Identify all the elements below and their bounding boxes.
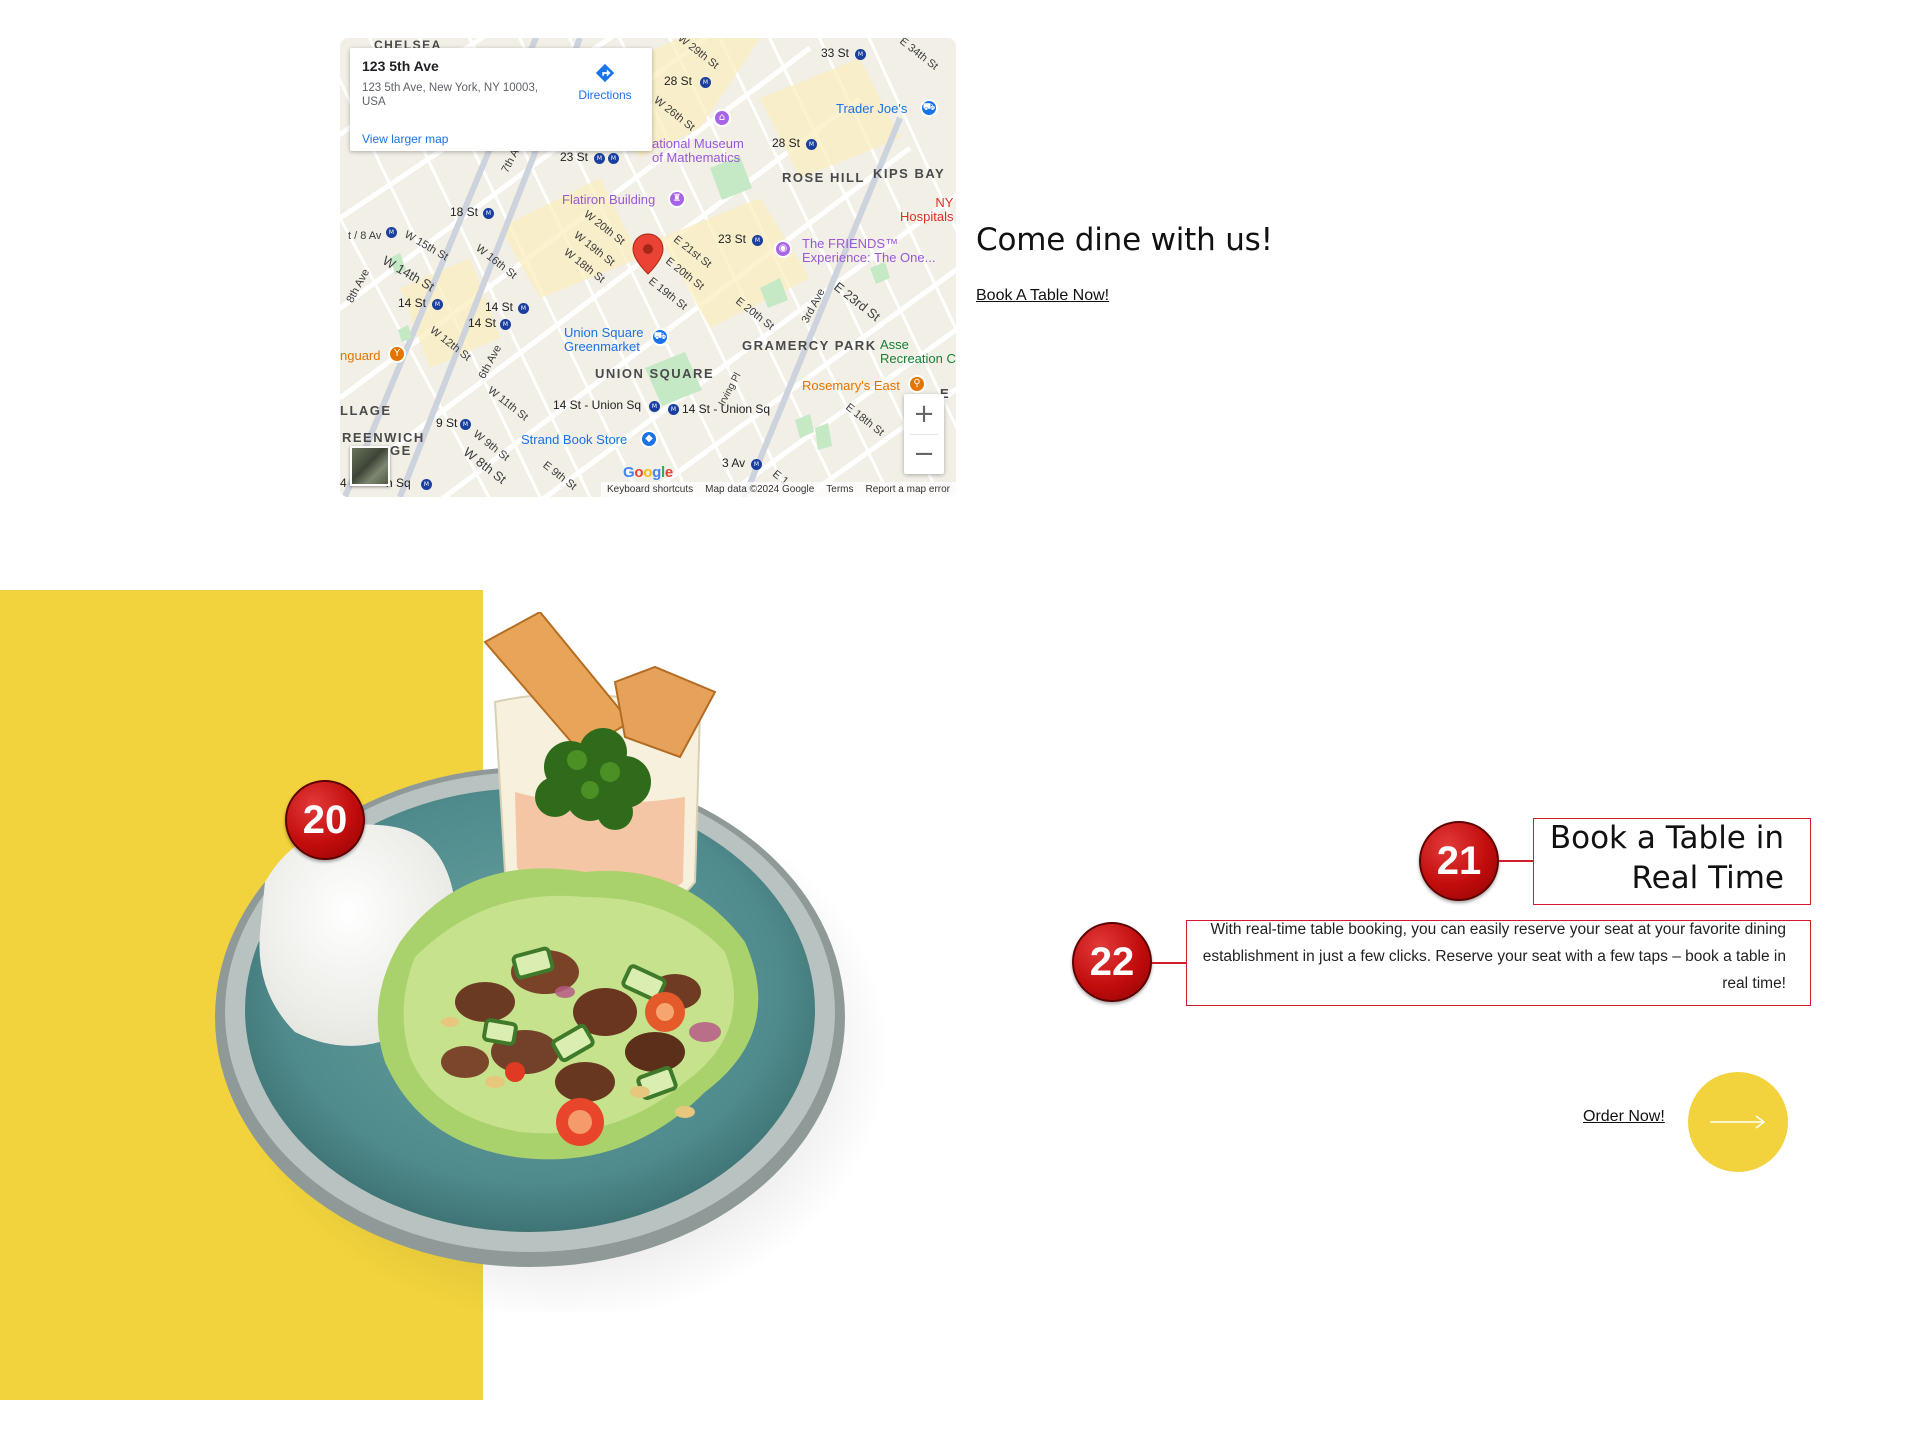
- subway-icon: M: [608, 153, 619, 164]
- subway-icon: M: [855, 49, 866, 60]
- google-logo-letter: o: [643, 464, 653, 481]
- view-larger-map-link[interactable]: View larger map: [362, 132, 448, 146]
- subway-icon: M: [460, 419, 471, 430]
- place-address: 123 5th Ave, New York, NY 10003, USA: [362, 82, 539, 108]
- map-label-gramercy-park: GRAMERCY PARK: [742, 338, 877, 353]
- map-label-station: 18 St: [450, 205, 479, 219]
- shopping-cart-icon[interactable]: ⛟: [920, 99, 938, 117]
- map-label-greenwich-2: GE: [390, 443, 412, 458]
- map-footer: Keyboard shortcuts Map data ©2024 Google…: [600, 482, 956, 497]
- place-title: 123 5th Ave: [362, 58, 439, 74]
- annotation-badge-20: 20: [285, 780, 365, 860]
- map-poi-label: Union Square Greenmarket: [564, 325, 644, 354]
- subway-icon: M: [421, 479, 432, 490]
- map-label-street: t / 8 Av: [348, 230, 382, 242]
- subway-icon: M: [518, 303, 529, 314]
- map-label-village: LLAGE: [340, 403, 392, 418]
- restaurant-icon[interactable]: ⚲: [908, 375, 926, 393]
- map-label-station: 14 St: [398, 296, 427, 310]
- map-data-credit: Map data ©2024 Google: [705, 484, 815, 495]
- order-now-link[interactable]: Order Now!: [1583, 1108, 1665, 1126]
- map-label-station: 9 St: [436, 416, 458, 430]
- subway-icon: M: [751, 459, 762, 470]
- shopping-bag-icon[interactable]: ◆: [640, 430, 658, 448]
- keyboard-shortcuts-link[interactable]: Keyboard shortcuts: [607, 484, 693, 495]
- map-poi-label: Strand Book Store: [521, 432, 628, 447]
- satellite-toggle[interactable]: [350, 446, 390, 486]
- terms-link[interactable]: Terms: [826, 484, 853, 495]
- google-logo-letter: o: [634, 464, 644, 481]
- map-label-kips-bay: KIPS BAY: [873, 166, 946, 181]
- google-logo-letter: G: [623, 464, 635, 481]
- map-label-rose-hill: ROSE HILL: [782, 170, 865, 185]
- annotation-badge-21: 21: [1419, 821, 1499, 901]
- map-label-station: 3 Av: [722, 456, 746, 470]
- zoom-out-button[interactable]: −: [904, 434, 944, 474]
- arrow-right-icon: [1710, 1115, 1766, 1129]
- camera-icon[interactable]: ◉: [774, 240, 792, 258]
- annotation-connector: [1152, 962, 1186, 964]
- map-label-station: 14 St - Union Sq: [682, 402, 771, 416]
- food-plate-image: [215, 612, 890, 1312]
- map-label-greenwich: REENWICH: [342, 430, 425, 445]
- dine-heading: Come dine with us!: [976, 222, 1273, 258]
- directions-button[interactable]: Directions: [570, 62, 640, 102]
- map-label-station: 14 St: [485, 300, 514, 314]
- report-map-error-link[interactable]: Report a map error: [866, 484, 950, 495]
- map-poi-label: Trader Joe's: [836, 101, 908, 116]
- booking-description: With real-time table booking, you can ea…: [1202, 921, 1786, 992]
- museum-icon[interactable]: ⌂: [713, 109, 731, 127]
- map-poi-label: Rosemary's East: [802, 378, 900, 393]
- subway-icon: M: [752, 235, 763, 246]
- map-label-station: 14 St - Union Sq: [553, 398, 642, 412]
- map-poi-label: nguard: [340, 348, 381, 363]
- booking-title: Book a Table in Real Time: [1549, 820, 1784, 896]
- map-label-union-square: UNION SQUARE: [595, 366, 715, 381]
- google-logo-letter: g: [652, 464, 661, 481]
- map-label-station: 14 St: [468, 316, 497, 330]
- place-info-card: 123 5th Ave 123 5th Ave, New York, NY 10…: [350, 48, 652, 151]
- map-label-station: 23 St: [718, 232, 747, 246]
- subway-icon: M: [483, 208, 494, 219]
- bar-icon[interactable]: Y: [388, 345, 406, 363]
- map-poi-label: NY Hospitals: [900, 195, 954, 224]
- map-poi-label: Asse Recreation C: [880, 337, 956, 366]
- shopping-cart-icon[interactable]: ⛟: [651, 328, 669, 346]
- map-label-station: 28 St: [664, 74, 693, 88]
- map-label-station: 33 St: [821, 46, 850, 60]
- subway-icon: M: [594, 153, 605, 164]
- map-poi-label: ational Museum of Mathematics: [652, 136, 744, 165]
- subway-icon: M: [668, 404, 679, 415]
- subway-icon: M: [386, 227, 397, 238]
- map-poi-label: Flatiron Building: [562, 192, 656, 207]
- map-label-station: 28 St: [772, 136, 801, 150]
- map-embed[interactable]: CHELSEA ROSE HILL KIPS BAY GRAMERCY PARK…: [340, 38, 956, 497]
- map-poi-label: The FRIENDS™ Experience: The One...: [802, 236, 936, 265]
- directions-icon: [595, 63, 615, 83]
- subway-icon: M: [649, 401, 660, 412]
- order-now-button[interactable]: [1688, 1072, 1788, 1172]
- subway-icon: M: [432, 299, 443, 310]
- book-table-link[interactable]: Book A Table Now!: [976, 287, 1109, 305]
- directions-label: Directions: [578, 88, 632, 102]
- subway-icon: M: [700, 77, 711, 88]
- zoom-controls: + −: [904, 394, 944, 474]
- subway-icon: M: [806, 139, 817, 150]
- landmark-icon[interactable]: ♜: [668, 190, 686, 208]
- subway-icon: M: [500, 319, 511, 330]
- map-label-station: 4: [340, 476, 347, 490]
- zoom-in-button[interactable]: +: [904, 394, 944, 434]
- map-label-station: 23 St: [560, 150, 589, 164]
- google-logo-letter: e: [664, 464, 673, 481]
- annotation-badge-22: 22: [1072, 922, 1152, 1002]
- google-logo: Google: [623, 464, 673, 481]
